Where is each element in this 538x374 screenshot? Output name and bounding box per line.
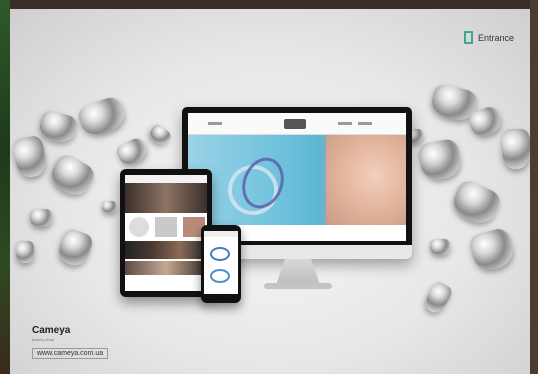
entrance-link[interactable]: Entrance (463, 31, 514, 44)
nav-item (208, 122, 222, 125)
diamond-decoration (30, 209, 52, 227)
diamond-decoration (502, 129, 530, 169)
diamond-decoration (16, 241, 34, 263)
tablet-gallery-row (125, 261, 207, 275)
diamond-decoration (36, 108, 80, 146)
top-strip (0, 0, 538, 9)
website-logo (284, 119, 306, 129)
door-icon (463, 31, 473, 44)
right-background-edge (530, 0, 538, 374)
diamond-decoration (147, 122, 173, 148)
tablet-header (125, 175, 207, 183)
desktop-website-preview (188, 113, 406, 241)
presentation-poster: Entrance Cameya jewelry shop www.cameya.… (10, 9, 530, 374)
brand-name: Cameya (32, 325, 71, 336)
website-header (188, 113, 406, 135)
diamond-decoration (75, 94, 129, 140)
left-background-edge (0, 0, 10, 374)
phone-header (204, 231, 238, 237)
nav-item (338, 122, 352, 125)
brand-url-link[interactable]: www.cameya.com.ua (32, 348, 109, 359)
model-photo (326, 135, 406, 225)
entrance-label: Entrance (477, 32, 514, 43)
diamond-decoration (417, 137, 463, 183)
product-thumbnail (155, 217, 177, 237)
nav-item (358, 122, 372, 125)
brand-block: Cameya jewelry shop www.cameya.com.ua (32, 325, 109, 360)
brand-tagline: jewelry shop (32, 337, 55, 342)
website-hero-banner (188, 135, 406, 225)
diamond-decoration (11, 134, 49, 180)
monitor-base (264, 283, 332, 289)
phone-website-preview (204, 231, 238, 294)
tablet-banner (125, 183, 207, 213)
bracelet-image (210, 247, 230, 261)
monitor-stand (276, 259, 320, 285)
tablet-mockup (120, 169, 212, 297)
diamond-decoration (46, 151, 98, 201)
diamond-decoration (114, 136, 150, 168)
diamond-decoration (55, 226, 95, 270)
diamond-decoration (421, 280, 455, 316)
tablet-gallery-row (125, 241, 207, 259)
phone-mockup (201, 225, 241, 303)
diamond-decoration (448, 177, 504, 229)
diamond-decoration (430, 239, 450, 255)
diamond-decoration (102, 201, 116, 213)
bracelet-image (210, 269, 230, 283)
diamond-decoration (467, 226, 517, 274)
product-thumbnail (129, 217, 149, 237)
tablet-website-preview (125, 175, 207, 291)
